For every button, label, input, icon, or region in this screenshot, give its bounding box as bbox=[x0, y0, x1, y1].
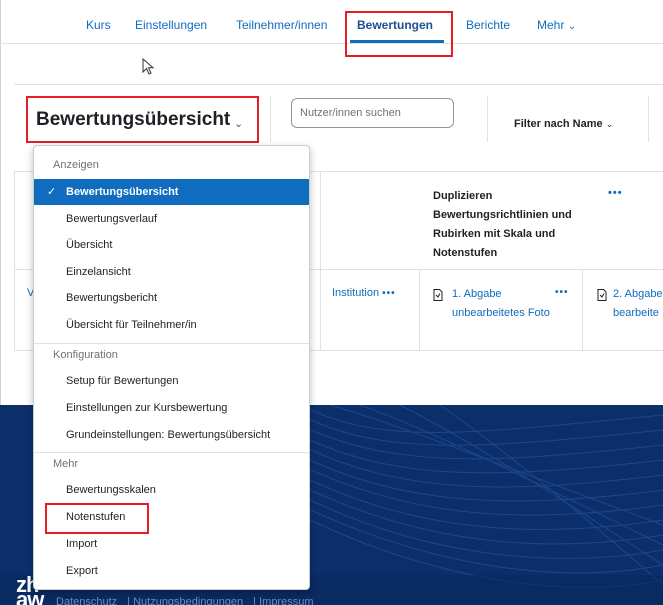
mouse-cursor-icon bbox=[142, 58, 155, 75]
user-search-input[interactable] bbox=[291, 98, 454, 128]
header-divider-vertical bbox=[648, 96, 649, 142]
column-actions-menu[interactable]: ••• bbox=[382, 288, 396, 299]
footer-link-nutzungsbedingungen[interactable]: Nutzungsbedingungen bbox=[133, 596, 243, 605]
active-tab-indicator bbox=[350, 40, 444, 43]
filter-by-name-button[interactable]: Filter nach Name ⌄ bbox=[514, 118, 613, 130]
menu-item-uebersicht-teilnehmer[interactable]: Übersicht für Teilnehmer/in bbox=[34, 312, 309, 338]
menu-divider bbox=[34, 452, 309, 453]
nav-tab-mehr[interactable]: Mehr ⌄ bbox=[537, 18, 576, 32]
menu-item-kursbewertung[interactable]: Einstellungen zur Kursbewertung bbox=[34, 395, 309, 421]
chevron-down-icon: ⌄ bbox=[234, 118, 244, 130]
table-column-divider bbox=[582, 269, 583, 351]
chevron-down-icon: ⌄ bbox=[567, 21, 577, 32]
menu-item-einzelansicht[interactable]: Einzelansicht bbox=[34, 259, 309, 285]
nav-mehr-label: Mehr bbox=[537, 18, 565, 32]
column-header-institution[interactable]: Institution ••• bbox=[332, 287, 396, 299]
nav-tab-bewertungen[interactable]: Bewertungen bbox=[357, 18, 433, 32]
menu-item-notenstufen[interactable]: Notenstufen bbox=[34, 504, 309, 530]
category-header: Duplizieren Bewertungsrichtlinien und Ru… bbox=[433, 190, 572, 259]
header-divider-vertical bbox=[487, 96, 488, 142]
menu-section-anzeigen: Anzeigen bbox=[53, 159, 99, 171]
menu-item-import[interactable]: Import bbox=[34, 531, 309, 557]
menu-section-konfiguration: Konfiguration bbox=[53, 349, 118, 361]
footer-link-impressum[interactable]: Impressum bbox=[259, 596, 313, 605]
column-header-abgabe-1[interactable]: 1. Abgabe unbearbeitetes Foto bbox=[452, 285, 552, 323]
menu-item-setup[interactable]: Setup für Bewertungen bbox=[34, 368, 309, 394]
institution-label: Institution bbox=[332, 287, 380, 299]
nav-tab-kurs[interactable]: Kurs bbox=[86, 18, 111, 32]
header-divider-vertical bbox=[270, 96, 271, 142]
chevron-down-icon: ⌄ bbox=[605, 119, 614, 129]
menu-item-grundeinstellungen[interactable]: Grundeinstellungen: Bewertungsübersicht bbox=[34, 422, 309, 448]
menu-divider bbox=[34, 343, 309, 344]
menu-item-bewertungsverlauf[interactable]: Bewertungsverlauf bbox=[34, 206, 309, 232]
filter-label: Filter nach Name bbox=[514, 118, 603, 130]
page-title-selector[interactable]: Bewertungsübersicht bbox=[36, 109, 230, 131]
menu-item-bewertungsuebersicht[interactable]: ✓ Bewertungsübersicht bbox=[34, 179, 309, 205]
menu-item-bewertungsskalen[interactable]: Bewertungsskalen bbox=[34, 477, 309, 503]
check-icon: ✓ bbox=[47, 186, 57, 198]
footer-links: Datenschutz | Nutzungsbedingungen | Impres… bbox=[56, 596, 324, 605]
menu-item-label: Bewertungsübersicht bbox=[66, 186, 179, 198]
assignment-icon bbox=[433, 289, 443, 301]
nav-tab-teilnehmer[interactable]: Teilnehmer/innen bbox=[236, 18, 327, 32]
nav-tab-berichte[interactable]: Berichte bbox=[466, 18, 510, 32]
header-divider bbox=[14, 84, 663, 85]
nav-tab-einstellungen[interactable]: Einstellungen bbox=[135, 18, 207, 32]
menu-section-mehr: Mehr bbox=[53, 458, 79, 470]
menu-item-bewertungsbericht[interactable]: Bewertungsbericht bbox=[34, 285, 309, 311]
menu-item-uebersicht[interactable]: Übersicht bbox=[34, 232, 309, 258]
column-header-abgabe-2[interactable]: 2. Abgabe bearbeite bbox=[613, 285, 663, 323]
course-navigation: Kurs Einstellungen Teilnehmer/innen Bewe… bbox=[0, 0, 663, 44]
assignment-icon bbox=[597, 289, 607, 301]
table-column-divider bbox=[320, 171, 321, 351]
table-column-divider bbox=[419, 269, 420, 351]
menu-item-export[interactable]: Export bbox=[34, 558, 309, 584]
column-actions-menu[interactable]: ••• bbox=[555, 287, 569, 298]
footer-link-datenschutz[interactable]: Datenschutz bbox=[56, 596, 117, 605]
category-actions-menu[interactable]: ••• bbox=[608, 187, 623, 199]
grader-report-dropdown-menu: Anzeigen ✓ Bewertungsübersicht Bewertung… bbox=[33, 145, 310, 590]
